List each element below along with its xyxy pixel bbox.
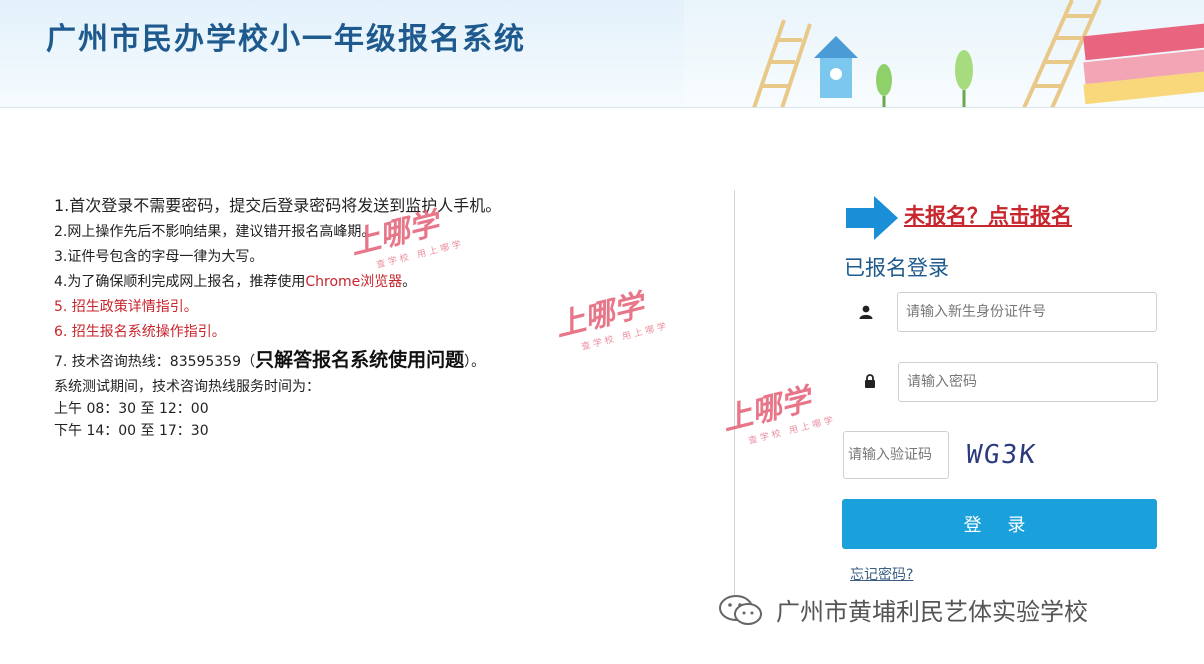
captcha-image[interactable]: WG3K: [964, 440, 1058, 474]
chrome-browser-link[interactable]: Chrome浏览器: [305, 274, 402, 290]
hotline-prefix: 7. 技术咨询热线：83595359（: [54, 354, 256, 370]
service-morning: 上午 08：30 至 12：00: [54, 401, 209, 417]
instructions-panel: 1.首次登录不需要密码，提交后登录密码将发送到监护人手机。 2.网上操作先后不影…: [54, 196, 694, 444]
wechat-account-badge: 广州市黄埔利民艺体实验学校: [718, 592, 1088, 627]
site-title: 广州市民办学校小一年级报名系统: [46, 22, 526, 57]
login-title: 已报名登录: [844, 256, 949, 280]
header-illustration: [684, 0, 1204, 107]
id-number-input[interactable]: [897, 292, 1157, 332]
note-3: 3.证件号包含的字母一律为大写。: [54, 249, 264, 265]
lock-icon: [850, 362, 890, 400]
service-period-label: 系统测试期间，技术咨询热线服务时间为：: [54, 379, 320, 395]
note-4-text: 4.为了确保顺利完成网上报名，推荐使用: [54, 274, 306, 290]
wechat-icon: [719, 594, 762, 625]
watermark-tagline: 查学校 用上哪学: [747, 415, 838, 447]
service-afternoon: 下午 14：00 至 17：30: [54, 423, 209, 439]
wechat-account-name: 广州市黄埔利民艺体实验学校: [776, 598, 1088, 626]
policy-guide-link[interactable]: 5. 招生政策详情指引。: [54, 298, 694, 316]
note-2: 2.网上操作先后不影响结果，建议错开报名高峰期。: [54, 224, 376, 240]
hotline-suffix: ）。: [464, 354, 486, 370]
password-input[interactable]: [898, 362, 1158, 402]
register-link[interactable]: 未报名？点击报名: [904, 200, 1072, 230]
panel-divider: [734, 190, 735, 595]
captcha-input[interactable]: [843, 431, 949, 479]
note-4-suffix: 。: [402, 274, 417, 290]
user-icon: [846, 293, 886, 331]
forgot-password-link[interactable]: 忘记密码?: [850, 564, 913, 584]
note-1: 1.首次登录不需要密码，提交后登录密码将发送到监护人手机。: [54, 196, 502, 215]
site-header: 广州市民办学校小一年级报名系统: [0, 0, 1204, 108]
right-arrow-icon: [846, 196, 898, 240]
note-4: 4.为了确保顺利完成网上报名，推荐使用Chrome浏览器。: [54, 273, 694, 291]
login-button[interactable]: 登 录: [842, 499, 1157, 549]
hotline-line: 7. 技术咨询热线：83595359（只解答报名系统使用问题）。: [54, 351, 694, 371]
operation-guide-link[interactable]: 6. 招生报名系统操作指引。: [54, 323, 694, 341]
hotline-emphasis: 只解答报名系统使用问题: [255, 349, 465, 371]
